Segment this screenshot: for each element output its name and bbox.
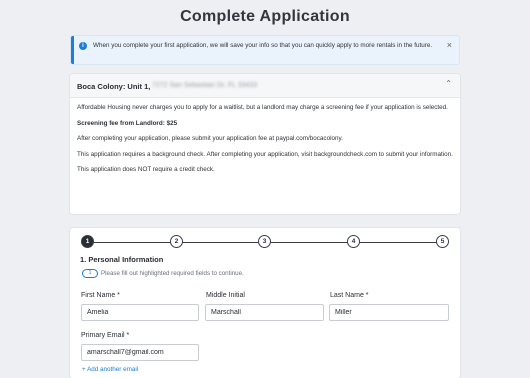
payment-instructions-text: After completing your application, pleas… xyxy=(77,135,343,143)
chevron-up-icon[interactable]: ⌃ xyxy=(445,79,452,88)
info-alert: i When you complete your first applicati… xyxy=(70,35,460,65)
close-icon[interactable]: × xyxy=(447,41,452,50)
middle-initial-field[interactable] xyxy=(205,304,324,321)
add-email-link[interactable]: + Add another email xyxy=(82,366,138,373)
property-card: Boca Colony: Unit 1, 7272 San Sebastian … xyxy=(70,74,460,214)
fee-policy-text: Affordable Housing never charges you to … xyxy=(77,104,448,111)
progress-stepper: 1 2 3 4 5 xyxy=(81,235,449,249)
alert-accent-bar xyxy=(71,36,74,64)
first-name-field[interactable] xyxy=(81,304,199,321)
step-1[interactable]: 1 xyxy=(81,235,94,248)
alert-message: When you complete your first application… xyxy=(93,42,433,49)
section-title: 1. Personal Information xyxy=(80,255,164,264)
property-description: Affordable Housing never charges you to … xyxy=(77,104,455,182)
primary-email-label: Primary Email * xyxy=(81,332,130,339)
page-title: Complete Application xyxy=(180,8,350,25)
last-name-label: Last Name * xyxy=(330,292,369,299)
background-check-text: This application requires a background c… xyxy=(77,150,453,158)
property-header[interactable]: Boca Colony: Unit 1, 7272 San Sebastian … xyxy=(70,74,460,98)
info-icon: i xyxy=(79,42,87,50)
step-3[interactable]: 3 xyxy=(258,235,271,248)
credit-check-text: This application does NOT require a cred… xyxy=(77,166,215,174)
screening-fee-text: Screening fee from Landlord: $25 xyxy=(77,119,178,127)
primary-email-field[interactable] xyxy=(81,344,199,361)
required-count-badge: 1 xyxy=(82,269,98,278)
step-4[interactable]: 4 xyxy=(347,235,360,248)
required-fields-text: Please fill out highlighted required fie… xyxy=(101,270,244,278)
step-2[interactable]: 2 xyxy=(170,235,183,248)
middle-initial-label: Middle Initial xyxy=(206,292,245,299)
property-title: Boca Colony: Unit 1, xyxy=(77,82,151,91)
step-5[interactable]: 5 xyxy=(436,235,449,248)
first-name-label: First Name * xyxy=(81,292,120,299)
required-fields-note: 1 Please fill out highlighted required fi… xyxy=(82,269,244,279)
property-address: 7272 San Sebastian Dr, FL 33433 xyxy=(152,82,258,89)
application-form-card: 1 2 3 4 5 1. Personal Information 1 Pleas… xyxy=(70,228,460,378)
last-name-field[interactable] xyxy=(329,304,449,321)
